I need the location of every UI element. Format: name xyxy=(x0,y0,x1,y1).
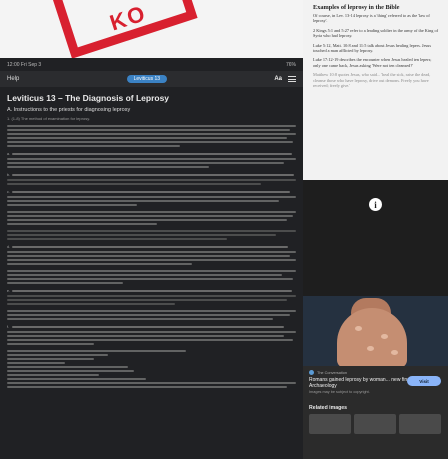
stamp-banner: KO xyxy=(0,0,303,58)
status-bar: 12:00 Fri Sep 3 76% xyxy=(0,58,303,71)
related-images-heading: Related images xyxy=(309,405,348,411)
text-snippet: Examples of leprosy in the Bible Of cour… xyxy=(303,0,448,88)
chapter-content: Leviticus 13 – The Diagnosis of Leprosy … xyxy=(0,87,303,388)
commentary-paragraph xyxy=(7,230,296,240)
red-stamp-logo: KO xyxy=(50,0,198,58)
commentary-paragraph xyxy=(7,211,296,225)
commentary-paragraph: f. xyxy=(7,325,296,345)
app-bar: Help Leviticus 13 Aa xyxy=(0,71,303,87)
image-figure xyxy=(337,308,407,366)
chapter-title: Leviticus 13 – The Diagnosis of Leprosy xyxy=(7,93,170,103)
related-thumbnail[interactable] xyxy=(399,414,441,434)
stamp-text: KO xyxy=(106,0,150,36)
help-button[interactable]: Help xyxy=(7,76,19,82)
snippet-paragraph-faded: Matthew 10:8 quotes Jesus, who said... '… xyxy=(313,72,431,89)
commentary-paragraph xyxy=(7,125,296,147)
source-favicon-icon xyxy=(309,370,314,375)
related-thumbnails xyxy=(303,414,448,434)
snippet-paragraph: Luke 5:12, Matt. 10:8 and 11:5 talk abou… xyxy=(313,42,431,54)
related-thumbnail[interactable] xyxy=(354,414,396,434)
status-battery: 76% xyxy=(285,61,296,68)
image-detail xyxy=(381,334,388,339)
menu-icon[interactable] xyxy=(287,76,296,82)
image-result-card: The Conversation Romans gained leprosy b… xyxy=(303,366,448,459)
image-detail xyxy=(355,326,362,331)
bible-app-screenshot: KO 12:00 Fri Sep 3 76% Help Leviticus 13… xyxy=(0,0,303,459)
related-thumbnail[interactable] xyxy=(309,414,351,434)
commentary-paragraph: b. xyxy=(7,173,296,185)
verse-list xyxy=(7,350,296,388)
status-time: 12:00 Fri Sep 3 xyxy=(7,61,42,68)
image-detail xyxy=(367,346,374,351)
commentary-paragraph: d. xyxy=(7,245,296,265)
visit-button[interactable]: Visit xyxy=(407,376,441,386)
chapter-selector[interactable]: Leviticus 13 xyxy=(126,75,168,83)
image-detail xyxy=(391,350,398,355)
snippet-paragraph: Of course, in Lev. 13-14 leprosy is a 't… xyxy=(313,13,430,24)
snippet-heading: Examples of leprosy in the Bible xyxy=(313,4,400,11)
info-icon[interactable]: i xyxy=(369,198,382,211)
result-image[interactable] xyxy=(303,296,448,366)
app-bar-actions: Aa xyxy=(274,76,296,82)
source-name: The Conversation xyxy=(317,370,347,375)
snippet-paragraph: 2 Kings 5:1 and 5:27 refer to a leading … xyxy=(313,27,439,39)
section-heading: A. Instructions to the priests for diagn… xyxy=(7,107,131,113)
commentary-paragraph xyxy=(7,310,296,320)
section-note: 1. (1-8) The method of examination for l… xyxy=(7,116,91,121)
commentary-paragraph xyxy=(7,270,296,284)
commentary-paragraph: e. xyxy=(7,289,296,305)
commentary-paragraph: c. xyxy=(7,190,296,206)
result-source: The Conversation xyxy=(303,366,448,376)
search-results-panel: Examples of leprosy in the Bible Of cour… xyxy=(303,0,448,459)
snippet-paragraph: Luke 17:12-19 describes the encounter wh… xyxy=(313,57,432,68)
verse-block: a. xyxy=(7,152,296,168)
font-size-button[interactable]: Aa xyxy=(274,76,282,82)
bible-reader-app: 12:00 Fri Sep 3 76% Help Leviticus 13 Aa… xyxy=(0,58,303,459)
